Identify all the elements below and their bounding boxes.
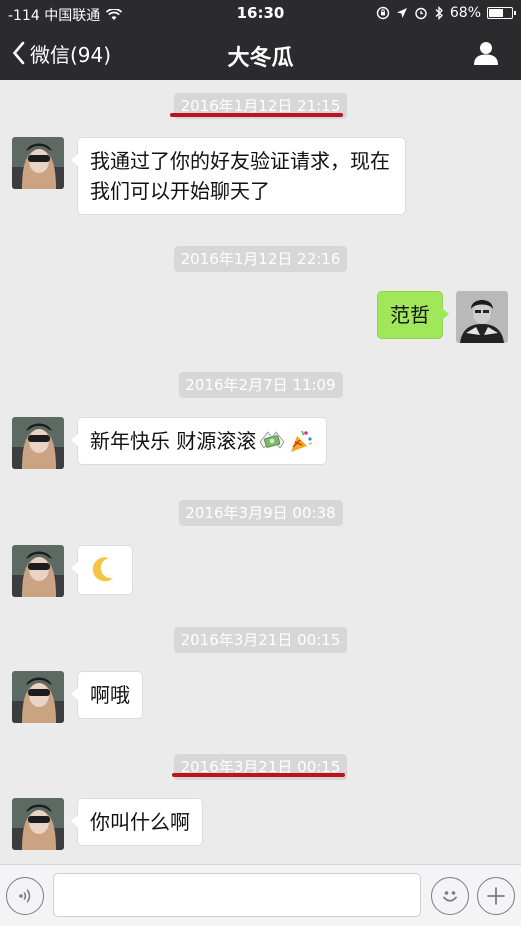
message-input[interactable] xyxy=(53,873,421,917)
my-avatar[interactable] xyxy=(456,291,508,343)
friend-avatar[interactable] xyxy=(12,798,64,850)
alarm-icon xyxy=(415,7,427,20)
emoji-button[interactable] xyxy=(431,877,469,915)
red-underline-annotation xyxy=(170,113,343,117)
battery-icon xyxy=(487,7,516,19)
crescent-moon-icon xyxy=(92,557,113,582)
contact-profile-icon[interactable] xyxy=(473,40,499,66)
friend-avatar[interactable] xyxy=(12,137,64,189)
message-bubble-friend[interactable]: 我通过了你的好友验证请求，现在我们可以开始聊天了 xyxy=(71,137,406,215)
friend-avatar-image xyxy=(12,417,64,469)
red-underline-annotation xyxy=(172,773,345,777)
message-bubble-friend[interactable]: 你叫什么啊 xyxy=(71,798,203,846)
message-text: 新年快乐 财源滚滚 xyxy=(90,429,257,453)
timestamp: 2016年3月9日 00:38 xyxy=(178,500,343,526)
message-bubble-friend[interactable]: 新年快乐 财源滚滚 xyxy=(70,417,328,465)
battery-percent: 68% xyxy=(449,5,481,21)
orientation-lock-icon xyxy=(376,6,390,20)
friend-avatar[interactable] xyxy=(12,545,64,597)
friend-avatar-image xyxy=(12,545,64,597)
timestamp: 2016年3月21日 00:15 xyxy=(173,627,348,653)
plus-icon xyxy=(487,887,505,905)
status-right: 68% xyxy=(376,5,516,21)
chat-area[interactable]: 2016年1月12日 21:15 我通过了你的好友验证请求，现在我们可以开始聊天… xyxy=(0,80,521,864)
voice-icon xyxy=(19,889,31,903)
status-bar: -114 中国联通 16:30 68% xyxy=(0,0,521,26)
more-options-button[interactable] xyxy=(477,877,515,915)
message-text: 啊哦 xyxy=(90,683,130,707)
friend-avatar-image xyxy=(12,798,64,850)
money-with-wings-icon xyxy=(259,431,285,449)
battery-fill xyxy=(489,9,504,17)
nav-bar: 微信(94) 大冬瓜 xyxy=(0,26,521,80)
message-bubble-friend[interactable] xyxy=(71,545,133,595)
timestamp: 2016年2月7日 11:09 xyxy=(178,372,343,398)
friend-avatar-image xyxy=(12,671,64,723)
timestamp: 2016年1月12日 22:16 xyxy=(173,246,348,272)
friend-avatar-image xyxy=(12,137,64,189)
friend-avatar[interactable] xyxy=(12,417,64,469)
location-icon xyxy=(396,8,407,18)
voice-input-button[interactable] xyxy=(6,877,44,915)
message-bubble-friend[interactable]: 啊哦 xyxy=(71,671,143,719)
input-bar xyxy=(0,864,521,926)
smiley-icon xyxy=(443,891,457,902)
message-bubble-mine[interactable]: 范哲 xyxy=(377,291,449,339)
friend-avatar[interactable] xyxy=(12,671,64,723)
bluetooth-icon xyxy=(435,6,443,20)
message-text: 我通过了你的好友验证请求，现在我们可以开始聊天了 xyxy=(90,149,390,203)
message-text: 范哲 xyxy=(390,303,430,327)
my-avatar-image xyxy=(456,291,508,343)
message-text: 你叫什么啊 xyxy=(90,810,190,834)
party-popper-icon xyxy=(291,430,313,452)
page-title: 大冬瓜 xyxy=(227,46,294,71)
